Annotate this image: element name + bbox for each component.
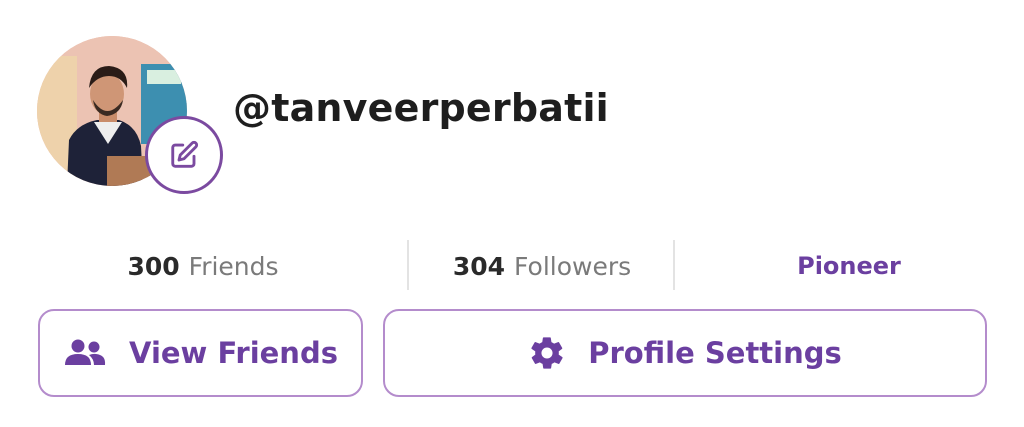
profile-settings-label: Profile Settings xyxy=(588,336,842,370)
username: @tanveerperbatii xyxy=(233,86,609,130)
stats-row: 300 Friends 304 Followers Pioneer xyxy=(0,240,1024,292)
followers-count: 304 xyxy=(452,251,506,281)
view-friends-button[interactable]: View Friends xyxy=(38,309,363,397)
friends-count: 300 xyxy=(127,251,180,281)
people-icon xyxy=(63,338,107,368)
friends-stat[interactable]: 300 Friends xyxy=(80,240,326,292)
followers-label: Followers xyxy=(514,251,632,281)
stats-divider xyxy=(407,240,409,290)
gear-icon xyxy=(528,334,566,372)
profile-settings-button[interactable]: Profile Settings xyxy=(383,309,987,397)
view-friends-label: View Friends xyxy=(129,336,338,370)
stats-divider xyxy=(673,240,675,290)
edit-avatar-button[interactable] xyxy=(145,116,223,194)
friends-label: Friends xyxy=(188,251,279,281)
rank-badge[interactable]: Pioneer xyxy=(718,240,980,292)
followers-stat[interactable]: 304 Followers xyxy=(412,240,672,292)
edit-icon xyxy=(171,140,199,168)
